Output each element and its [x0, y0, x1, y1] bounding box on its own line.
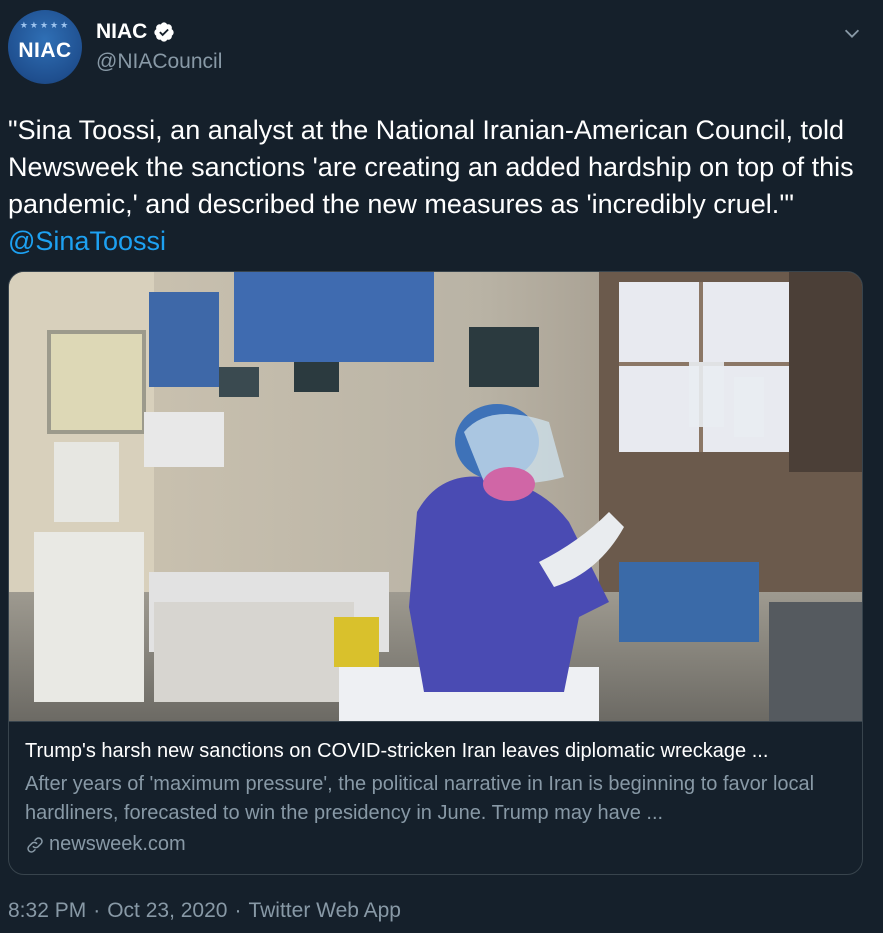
link-icon [27, 836, 43, 853]
card-title[interactable]: Trump's harsh new sanctions on COVID-str… [25, 740, 855, 763]
card-image[interactable] [9, 272, 863, 721]
tweet-time[interactable]: 8:32 PM [8, 899, 86, 923]
handle[interactable]: @NIACouncil [96, 50, 222, 74]
avatar[interactable]: ★★★★★ NIAC [8, 10, 82, 84]
card-body[interactable]: Trump's harsh new sanctions on COVID-str… [9, 721, 862, 874]
tweet-text: "Sina Toossi, an analyst at the National… [8, 112, 868, 260]
tweet-header: ★★★★★ NIAC NIAC @NIACouncil [8, 10, 875, 84]
verified-badge-icon [154, 22, 174, 42]
name-row: NIAC [96, 20, 175, 44]
tweet-body: "Sina Toossi, an analyst at the National… [8, 115, 854, 219]
meta-separator: · [234, 899, 242, 922]
tweet-source[interactable]: Twitter Web App [248, 899, 401, 923]
avatar-stars-decoration: ★★★★★ [19, 20, 71, 30]
card-domain[interactable]: newsweek.com [25, 833, 186, 856]
display-name[interactable]: NIAC [96, 20, 147, 44]
avatar-text: NIAC [18, 39, 72, 62]
tweet-meta: 8:32 PM · Oct 23, 2020 · Twitter Web App [8, 899, 401, 923]
meta-separator: · [93, 899, 101, 922]
mention-link[interactable]: @SinaToossi [8, 226, 166, 256]
card-domain-text: newsweek.com [49, 833, 186, 855]
link-card[interactable]: Trump's harsh new sanctions on COVID-str… [8, 271, 863, 875]
tweet-date[interactable]: Oct 23, 2020 [107, 899, 227, 923]
card-description: After years of 'maximum pressure', the p… [25, 773, 815, 824]
chevron-down-icon[interactable] [841, 22, 863, 44]
